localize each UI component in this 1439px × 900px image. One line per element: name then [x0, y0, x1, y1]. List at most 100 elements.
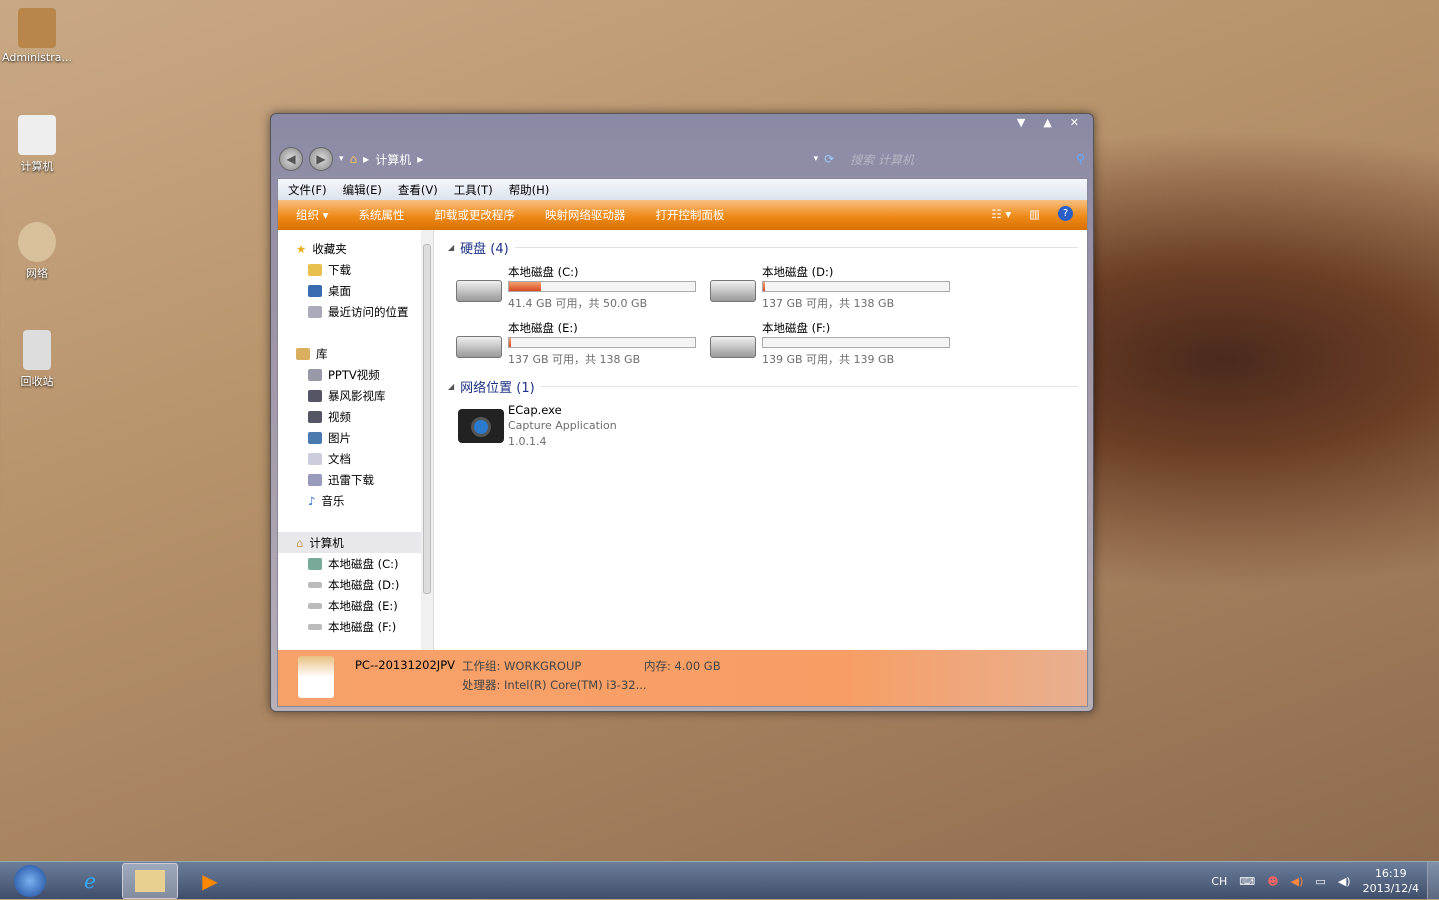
- desktop-icon-recycle-bin[interactable]: 回收站: [2, 330, 72, 389]
- nav-scrollbar[interactable]: [421, 230, 433, 652]
- group-network[interactable]: ◢ 网络位置 (1): [448, 377, 1078, 396]
- history-dropdown[interactable]: ▾: [339, 154, 344, 164]
- refresh-icon[interactable]: ⟳: [824, 152, 834, 166]
- network-tray-icon[interactable]: ▭: [1315, 875, 1325, 888]
- label: 库: [316, 346, 328, 361]
- organize-button[interactable]: 组织 ▾: [296, 207, 328, 223]
- drive-icon: [710, 280, 756, 302]
- map-network-drive-button[interactable]: 映射网络驱动器: [545, 207, 626, 223]
- language-indicator[interactable]: CH: [1211, 875, 1227, 888]
- breadcrumb-separator[interactable]: ▸: [363, 152, 369, 166]
- desktop-icon-network[interactable]: 网络: [2, 222, 72, 281]
- label: Administra...: [2, 51, 72, 64]
- volume-icon[interactable]: ◀): [1338, 875, 1351, 888]
- desktop-icon-computer[interactable]: 计算机: [2, 115, 72, 174]
- time: 16:19: [1374, 867, 1407, 880]
- view-options-icon[interactable]: ☷ ▾: [991, 207, 1011, 221]
- version: 1.0.1.4: [508, 435, 547, 448]
- star-icon: ★: [296, 241, 307, 256]
- label: 硬盘 (4): [460, 242, 509, 257]
- group-hdd[interactable]: ◢ 硬盘 (4): [448, 238, 1078, 257]
- back-button[interactable]: ◀: [279, 147, 303, 171]
- pc-name: PC--20131202JPV: [355, 658, 455, 672]
- preview-pane-icon[interactable]: ▥: [1029, 207, 1040, 221]
- internet-explorer-icon: ℯ: [84, 869, 96, 893]
- drive-f[interactable]: 本地磁盘 (F:) 139 GB 可用，共 139 GB: [710, 320, 960, 372]
- clock[interactable]: 16:19 2013/12/4: [1363, 866, 1419, 896]
- drive-icon: [710, 336, 756, 358]
- label: 暴风影视库: [328, 388, 386, 403]
- taskbar-ie[interactable]: ℯ: [62, 863, 118, 899]
- downloads-icon: [308, 263, 322, 276]
- menu-file[interactable]: 文件(F): [288, 182, 327, 197]
- maximize-button[interactable]: ▲: [1043, 116, 1051, 129]
- nav-lib-item[interactable]: 迅雷下载: [278, 469, 433, 490]
- label: PPTV视频: [328, 367, 380, 382]
- network-item-ecap[interactable]: ECap.exe Capture Application 1.0.1.4: [456, 403, 706, 453]
- nav-libraries[interactable]: 库: [278, 343, 433, 364]
- drive-icon: [456, 336, 502, 358]
- address-dropdown[interactable]: ▾: [814, 154, 819, 164]
- nav-lib-item[interactable]: 图片: [278, 427, 433, 448]
- close-button[interactable]: ✕: [1070, 116, 1079, 129]
- uninstall-program-button[interactable]: 卸载或更改程序: [434, 207, 515, 223]
- help-icon[interactable]: ?: [1058, 206, 1073, 221]
- system-properties-button[interactable]: 系统属性: [358, 207, 404, 223]
- nav-lib-item[interactable]: ♪ 音乐: [278, 490, 433, 511]
- label: 本地磁盘 (D:): [328, 577, 400, 592]
- breadcrumb-computer[interactable]: 计算机: [375, 151, 411, 168]
- computer-house-icon: [298, 656, 334, 698]
- menu-tools[interactable]: 工具(T): [454, 182, 493, 197]
- folder-icon: [135, 870, 165, 892]
- show-desktop-button[interactable]: [1427, 862, 1439, 900]
- drive-icon: [308, 557, 322, 570]
- users-icon[interactable]: ☻: [1267, 875, 1278, 888]
- taskbar-explorer[interactable]: [122, 863, 178, 899]
- menu-help[interactable]: 帮助(H): [509, 182, 550, 197]
- label: 本地磁盘 (C:): [508, 265, 579, 279]
- search-input[interactable]: 搜索 计算机: [840, 151, 1070, 168]
- control-panel-button[interactable]: 打开控制面板: [655, 207, 724, 223]
- nav-drive-d[interactable]: 本地磁盘 (D:): [278, 574, 433, 595]
- keyboard-icon[interactable]: ⌨: [1239, 875, 1255, 888]
- label: 本地磁盘 (E:): [508, 321, 578, 335]
- search-icon[interactable]: ⚲: [1076, 152, 1085, 166]
- memory: 内存: 4.00 GB: [644, 659, 721, 673]
- nav-drive-f[interactable]: 本地磁盘 (F:): [278, 616, 433, 637]
- nav-recent[interactable]: 最近访问的位置: [278, 301, 433, 322]
- nav-desktop[interactable]: 桌面: [278, 280, 433, 301]
- drive-c[interactable]: 本地磁盘 (C:) 41.4 GB 可用，共 50.0 GB: [456, 264, 706, 316]
- breadcrumb-arrow[interactable]: ▸: [417, 152, 423, 166]
- home-icon: ⌂: [349, 152, 358, 166]
- computer-icon: [18, 115, 56, 155]
- taskbar-media-player[interactable]: ▶: [182, 863, 238, 899]
- nav-computer[interactable]: ⌂ 计算机: [278, 532, 433, 553]
- start-button[interactable]: [2, 863, 58, 899]
- nav-lib-item[interactable]: 文档: [278, 448, 433, 469]
- menu-view[interactable]: 查看(V): [398, 182, 438, 197]
- speaker-muted-icon[interactable]: ◀): [1291, 875, 1304, 888]
- scrollbar-thumb[interactable]: [423, 244, 431, 594]
- drive-d[interactable]: 本地磁盘 (D:) 137 GB 可用，共 138 GB: [710, 264, 960, 316]
- desktop-icon-user[interactable]: Administra...: [2, 8, 72, 64]
- usage-bar: [508, 281, 696, 292]
- nav-favorites[interactable]: ★ 收藏夹: [278, 238, 433, 259]
- menu-edit[interactable]: 编辑(E): [343, 182, 382, 197]
- camera-icon: [458, 409, 504, 443]
- content-area: ◢ 硬盘 (4) 本地磁盘 (C:) 41.4 GB 可用，共 50.0 GB 本地…: [438, 230, 1087, 652]
- video-library-icon: [308, 368, 322, 381]
- nav-downloads[interactable]: 下载: [278, 259, 433, 280]
- label: 图片: [328, 430, 351, 445]
- date: 2013/12/4: [1362, 882, 1419, 895]
- drive-e[interactable]: 本地磁盘 (E:) 137 GB 可用，共 138 GB: [456, 320, 706, 372]
- nav-lib-item[interactable]: PPTV视频: [278, 364, 433, 385]
- minimize-button[interactable]: ▼: [1017, 116, 1025, 129]
- nav-lib-item[interactable]: 暴风影视库: [278, 385, 433, 406]
- usage-bar: [762, 337, 950, 348]
- recycle-bin-icon: [23, 330, 51, 370]
- nav-lib-item[interactable]: 视频: [278, 406, 433, 427]
- nav-drive-e[interactable]: 本地磁盘 (E:): [278, 595, 433, 616]
- nav-drive-c[interactable]: 本地磁盘 (C:): [278, 553, 433, 574]
- label: 本地磁盘 (C:): [328, 556, 399, 571]
- forward-button[interactable]: ▶: [309, 147, 333, 171]
